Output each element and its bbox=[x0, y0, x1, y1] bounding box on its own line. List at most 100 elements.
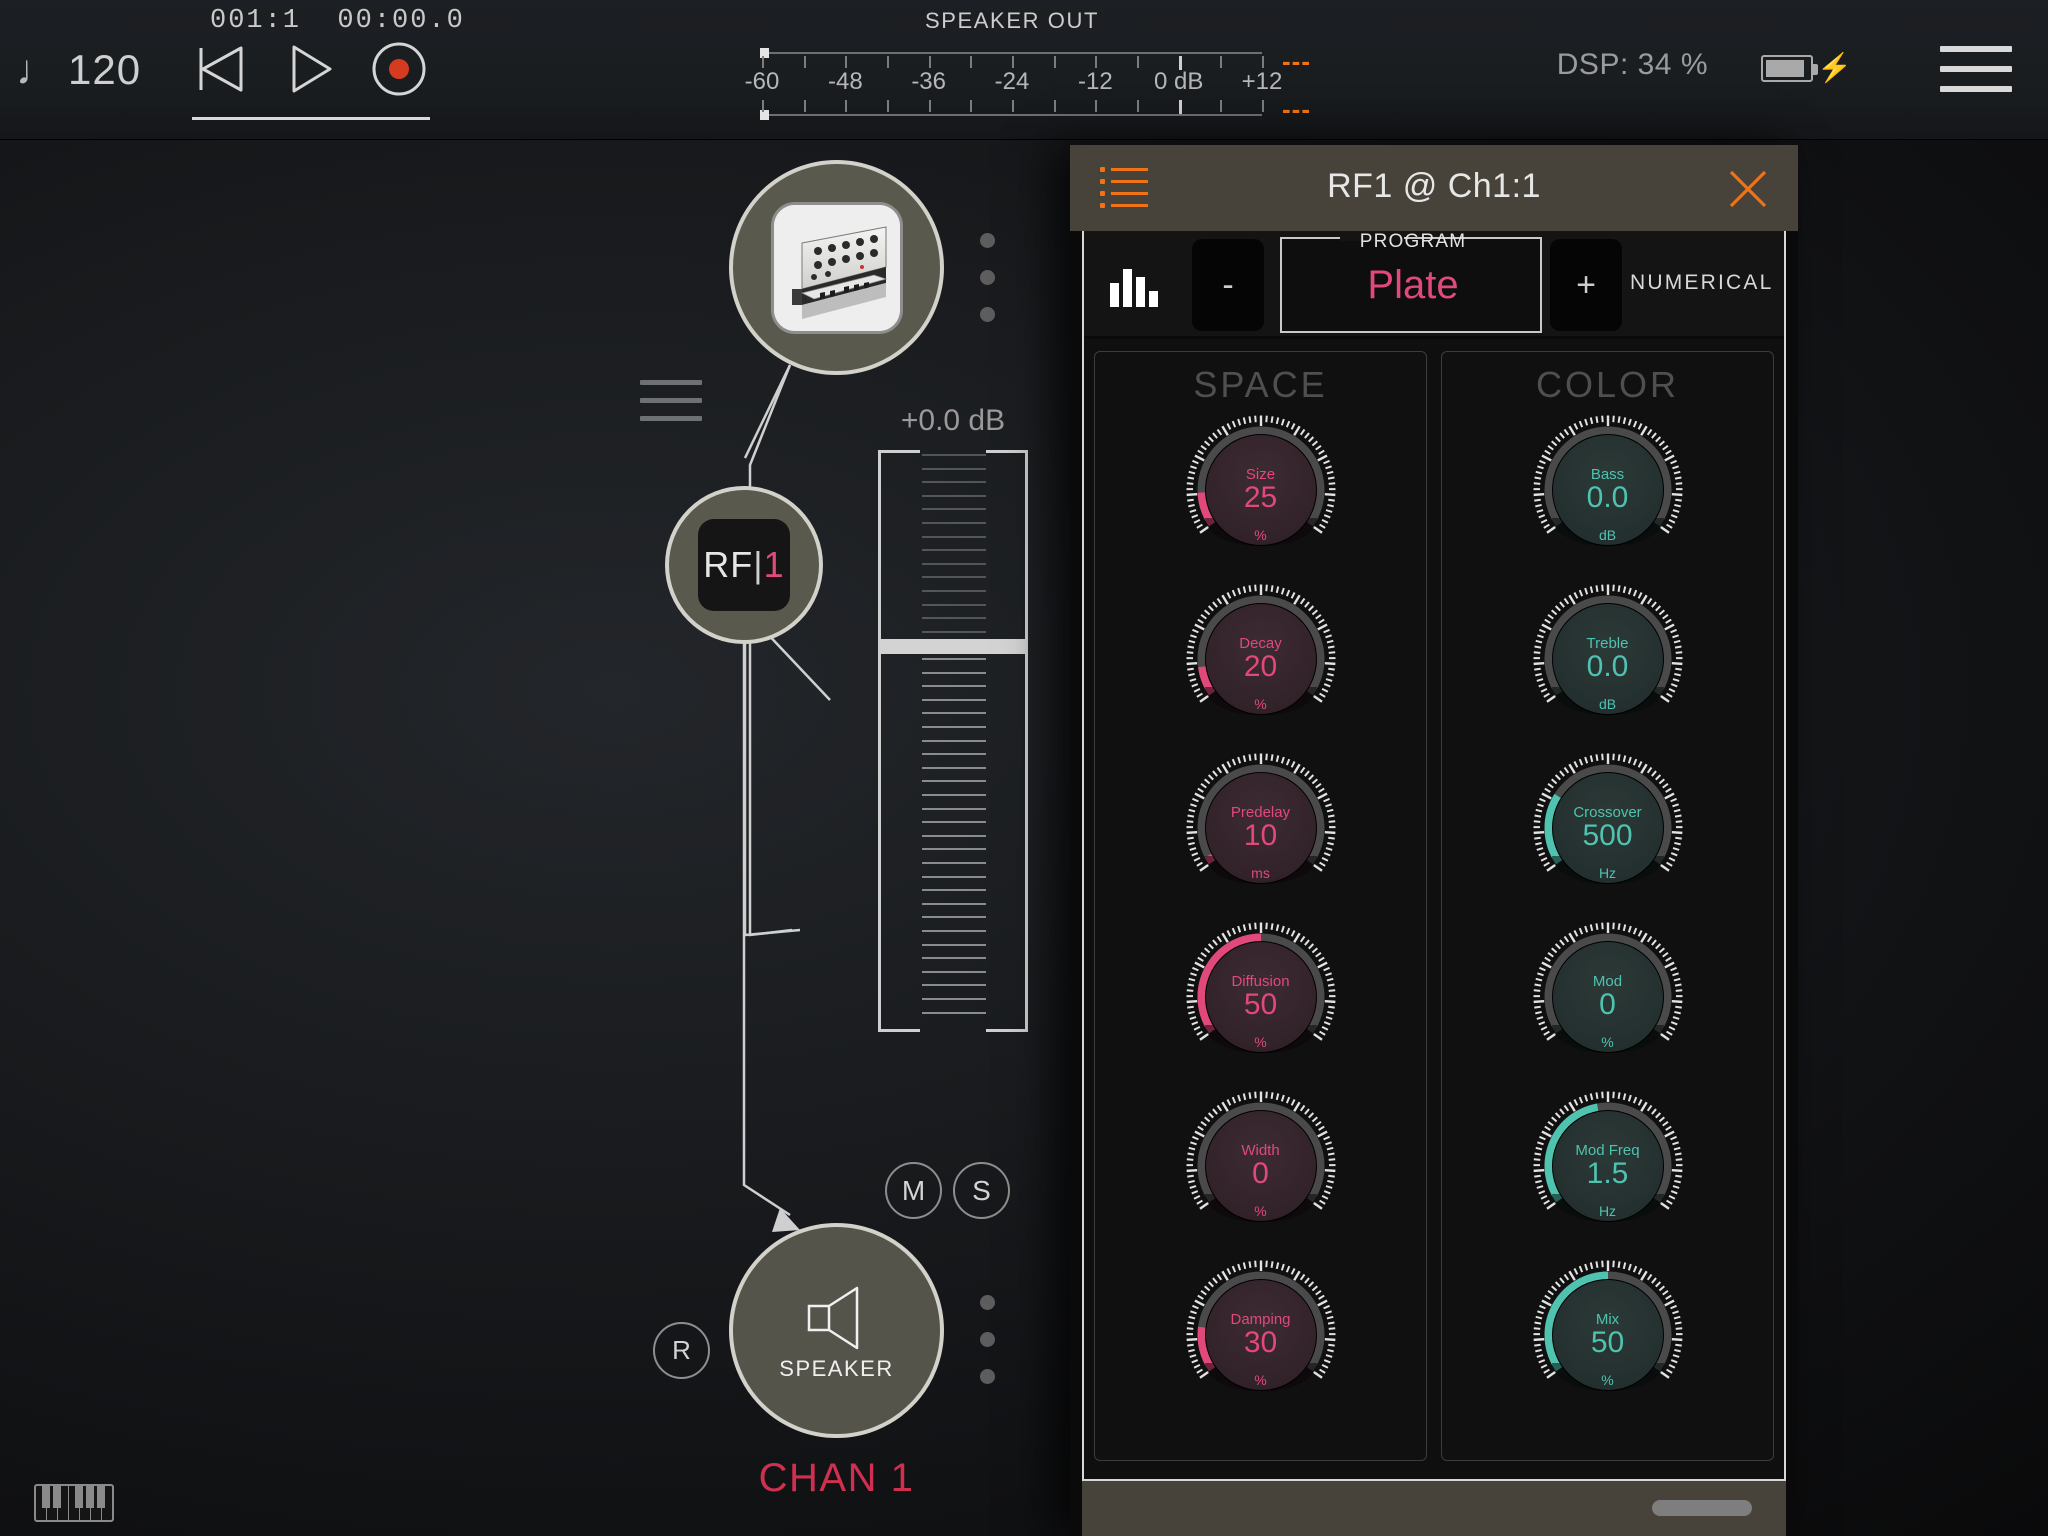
plugin-panel: RF1 @ Ch1:1 - PROGRAM Plate + NUMERICAL bbox=[1070, 145, 1798, 1536]
knob-value: 20 bbox=[1243, 650, 1278, 684]
knob-damping[interactable]: Damping 30% bbox=[1185, 1259, 1337, 1411]
knob-mix[interactable]: Mix 50% bbox=[1532, 1259, 1684, 1411]
dsp-usage-readout: DSP: 34 % bbox=[1556, 48, 1708, 81]
fader-handle[interactable] bbox=[880, 639, 1026, 654]
knob-value: 0 bbox=[1252, 1157, 1269, 1191]
fader-scale-ticks bbox=[922, 454, 986, 1030]
knob-unit: Hz bbox=[1598, 865, 1617, 881]
knob-stack: Bass 0.0 dB Treble 0.0 dB Crossover 500 Hz Mod 0% M… bbox=[1442, 414, 1773, 1411]
meter-tick-label: -60 bbox=[744, 68, 780, 95]
meter-tick-label: -36 bbox=[911, 68, 946, 95]
knob-unit: Hz bbox=[1598, 1203, 1617, 1219]
knob-value: 500 bbox=[1582, 819, 1633, 853]
meter-tick-label: +12 bbox=[1241, 68, 1283, 95]
knob-value: 10 bbox=[1243, 819, 1278, 853]
synth-instrument-node[interactable] bbox=[729, 160, 944, 375]
knob-value: 0.0 bbox=[1586, 650, 1629, 684]
speaker-node-options-dots[interactable] bbox=[980, 1295, 995, 1384]
transport-underline bbox=[192, 117, 430, 120]
quarter-note-icon: ♩ bbox=[16, 46, 58, 93]
plugin-close-button[interactable] bbox=[1726, 167, 1770, 211]
clip-indicator-right: --- bbox=[1282, 94, 1311, 124]
battery-status: ⚡ bbox=[1761, 54, 1852, 82]
record-arm-button[interactable]: R bbox=[653, 1322, 710, 1379]
parameter-group-space: SPACE Size 25% Decay 20% Predelay 10 ms Diffusio… bbox=[1094, 351, 1427, 1461]
meter-tick-label: -48 bbox=[827, 68, 863, 95]
speaker-output-node[interactable]: SPEAKER bbox=[729, 1223, 944, 1438]
solo-button[interactable]: S bbox=[953, 1162, 1010, 1219]
synth-keyboard-icon bbox=[770, 201, 903, 334]
knob-unit: % bbox=[1601, 1034, 1614, 1050]
knob-decay[interactable]: Decay 20% bbox=[1185, 583, 1337, 735]
home-indicator-bar[interactable] bbox=[1652, 1500, 1752, 1516]
routing-canvas: RF | 1 +0.0 dB M S R SPEAKER CHAN 1 bbox=[0, 140, 1070, 1536]
meter-rail-top bbox=[760, 48, 1262, 58]
fader-value-label: +0.0 dB bbox=[900, 404, 1006, 437]
knob-unit: % bbox=[1254, 1034, 1267, 1050]
knob-mod-freq[interactable]: Mod Freq 1.5 Hz bbox=[1532, 1090, 1684, 1242]
knob-unit: dB bbox=[1598, 696, 1617, 712]
meter-tick-label: -12 bbox=[1077, 68, 1113, 95]
rf1-label-text: RF bbox=[703, 544, 754, 585]
piano-keyboard-icon[interactable] bbox=[34, 1484, 114, 1522]
record-button[interactable] bbox=[368, 40, 430, 98]
rewind-icon bbox=[199, 46, 243, 92]
group-title: SPACE bbox=[1193, 364, 1328, 405]
knob-unit: % bbox=[1254, 527, 1267, 543]
play-button[interactable] bbox=[279, 40, 341, 98]
clip-indicators[interactable]: --- --- bbox=[1282, 44, 1311, 126]
timecode-bars: 001:1 bbox=[210, 6, 302, 36]
knob-crossover[interactable]: Crossover 500 Hz bbox=[1532, 752, 1684, 904]
rewind-button[interactable] bbox=[190, 40, 252, 98]
mute-button[interactable]: M bbox=[885, 1162, 942, 1219]
meter-tick-label: 0 dB bbox=[1153, 68, 1204, 95]
meter-ticks-top bbox=[762, 56, 1264, 70]
rf1-label-number: 1 bbox=[763, 544, 785, 585]
knob-bass[interactable]: Bass 0.0 dB bbox=[1532, 414, 1684, 566]
rf1-label-bar: | bbox=[753, 544, 764, 585]
knob-unit: % bbox=[1254, 1372, 1267, 1388]
meter-title: SPEAKER OUT bbox=[924, 8, 1100, 33]
knob-value: 25 bbox=[1243, 481, 1278, 515]
close-x-icon bbox=[1729, 170, 1767, 208]
numerical-toggle-label[interactable]: NUMERICAL bbox=[1630, 271, 1773, 295]
record-icon bbox=[372, 42, 426, 96]
parameter-group-color: COLOR Bass 0.0 dB Treble 0.0 dB Crossover 500 Hz M… bbox=[1441, 351, 1774, 1461]
rf1-effect-node[interactable]: RF | 1 bbox=[665, 486, 823, 644]
plugin-body: - PROGRAM Plate + NUMERICAL SPACE Size 25%… bbox=[1082, 231, 1786, 1481]
tempo-control[interactable]: ♩ 120 bbox=[16, 46, 141, 94]
knob-size[interactable]: Size 25% bbox=[1185, 414, 1337, 566]
tempo-value: 120 bbox=[68, 46, 142, 93]
timecode-time: 00:00.0 bbox=[337, 6, 465, 36]
plugin-title: RF1 @ Ch1:1 bbox=[1327, 167, 1541, 205]
synth-node-options-dots[interactable] bbox=[980, 233, 995, 322]
channel-name-label: CHAN 1 bbox=[758, 1456, 915, 1500]
battery-icon bbox=[1761, 54, 1819, 82]
app-root: 001:1 00:00.0 ♩ 120 SPEAKER OUT -60 -48 … bbox=[0, 0, 2048, 1536]
knob-mod[interactable]: Mod 0% bbox=[1532, 921, 1684, 1073]
charging-bolt-icon: ⚡ bbox=[1817, 52, 1852, 83]
channel-fader[interactable]: +0.0 dB bbox=[878, 404, 1028, 1032]
plugin-footer bbox=[1082, 1481, 1786, 1536]
knob-value: 0 bbox=[1599, 988, 1616, 1022]
knob-width[interactable]: Width 0% bbox=[1185, 1090, 1337, 1242]
knob-value: 0.0 bbox=[1586, 481, 1629, 515]
parameter-groups: SPACE Size 25% Decay 20% Predelay 10 ms Diffusio… bbox=[1094, 351, 1774, 1461]
knob-predelay[interactable]: Predelay 10 ms bbox=[1185, 752, 1337, 904]
synth-node-menu-button[interactable] bbox=[640, 380, 702, 434]
clip-indicator-left: --- bbox=[1282, 46, 1311, 76]
main-menu-button[interactable] bbox=[1940, 46, 2012, 100]
bar-chart-icon[interactable] bbox=[1110, 263, 1160, 307]
knob-value: 30 bbox=[1243, 1326, 1278, 1360]
program-prev-button[interactable]: - bbox=[1192, 239, 1264, 331]
program-next-button[interactable]: + bbox=[1550, 239, 1622, 331]
program-display[interactable]: PROGRAM Plate bbox=[1280, 231, 1542, 333]
meter-ticks-bottom bbox=[762, 100, 1264, 114]
knob-diffusion[interactable]: Diffusion 50% bbox=[1185, 921, 1337, 1073]
knob-unit: dB bbox=[1598, 527, 1617, 543]
knob-treble[interactable]: Treble 0.0 dB bbox=[1532, 583, 1684, 735]
program-selector-bar: - PROGRAM Plate + NUMERICAL bbox=[1084, 231, 1784, 339]
program-value: Plate bbox=[1367, 263, 1459, 307]
output-meter[interactable]: SPEAKER OUT -60 -48 -36 -24 -12 0 dB +12 --- -… bbox=[745, 4, 1312, 126]
group-title: COLOR bbox=[1535, 364, 1680, 405]
